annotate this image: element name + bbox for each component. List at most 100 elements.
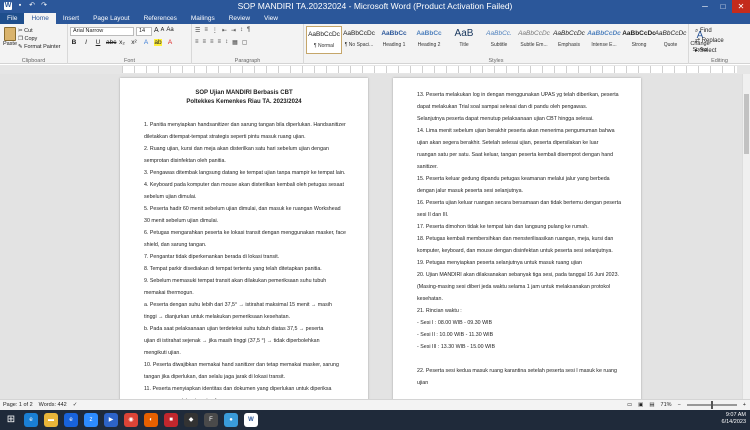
ribbon-tabs: File Home Insert Page Layout References … — [0, 13, 750, 24]
tab-references[interactable]: References — [137, 13, 184, 24]
maximize-button[interactable]: □ — [714, 0, 732, 13]
word-app-icon[interactable]: W — [244, 413, 258, 427]
chrome-icon[interactable]: ◉ — [124, 413, 138, 427]
document-page-1[interactable]: SOP Ujian MANDIRI Berbasis CBT Poltekkes… — [120, 78, 368, 399]
web-layout-icon[interactable]: ▤ — [649, 400, 654, 410]
style-name: Subtitle — [490, 42, 508, 48]
print-layout-icon[interactable]: ▭ — [627, 400, 632, 410]
subscript-icon[interactable]: x₂ — [118, 39, 126, 46]
italic-icon[interactable]: I — [82, 39, 90, 46]
multilevel-list-icon[interactable]: ⋮ — [212, 27, 218, 34]
tab-mailings[interactable]: Mailings — [184, 13, 222, 24]
strikethrough-icon[interactable]: abc — [106, 39, 116, 46]
style-no-spacing[interactable]: AaBbCcDc ¶ No Spaci... — [341, 26, 377, 54]
numbering-icon[interactable]: ≡ — [204, 27, 208, 34]
justify-icon[interactable]: ≡ — [218, 39, 222, 46]
app-icon[interactable]: ◆ — [184, 413, 198, 427]
foxit-icon[interactable]: F — [204, 413, 218, 427]
ie-browser-icon[interactable]: e — [24, 413, 38, 427]
style-heading-2[interactable]: AaBbCc Heading 2 — [411, 26, 447, 54]
highlight-icon[interactable]: ab — [154, 39, 162, 46]
style-name: Heading 2 — [417, 42, 441, 48]
style-normal[interactable]: AaBbCcDc ¶ Normal — [306, 26, 342, 54]
underline-icon[interactable]: U — [94, 39, 102, 46]
font-name-select[interactable]: Arial Narrow — [70, 27, 134, 36]
horizontal-ruler[interactable] — [0, 65, 750, 74]
title-bar: W ▪ ↶ ↷ SOP MANDIRI TA.20232024 - Micros… — [0, 0, 750, 13]
style-title[interactable]: AaB Title — [446, 26, 482, 54]
align-center-icon[interactable]: ≡ — [203, 39, 207, 46]
proofing-icon[interactable]: ✓ — [73, 400, 78, 410]
style-preview: AaBbCcDc — [587, 30, 621, 37]
show-marks-icon[interactable]: ¶ — [247, 27, 250, 34]
font-size-select[interactable]: 14 — [136, 27, 152, 36]
paragraph-group: ☰ ≡ ⋮ ⇤ ⇥ ↕ ¶ ≡ ≡ ≡ ≡ ↕ ▦ ▢ Paragraph — [192, 24, 304, 64]
tab-page-layout[interactable]: Page Layout — [86, 13, 137, 24]
zoom-level[interactable]: 71% — [661, 400, 672, 410]
bullets-icon[interactable]: ☰ — [195, 27, 200, 34]
document-area: SOP Ujian MANDIRI Berbasis CBT Poltekkes… — [0, 74, 750, 399]
style-subtitle[interactable]: AaBbCc. Subtitle — [481, 26, 517, 54]
clear-format-icon[interactable]: Aa — [166, 27, 173, 36]
zoom-slider[interactable] — [686, 401, 737, 409]
ie-icon[interactable]: e — [64, 413, 78, 427]
app-icon[interactable]: ■ — [164, 413, 178, 427]
style-preview: AaBbCcDc — [553, 30, 585, 37]
align-right-icon[interactable]: ≡ — [210, 39, 214, 46]
tab-insert[interactable]: Insert — [56, 13, 86, 24]
align-left-icon[interactable]: ≡ — [195, 39, 199, 46]
start-icon[interactable]: ⊞ — [4, 413, 18, 427]
borders-icon[interactable]: ▢ — [242, 39, 248, 46]
zoom-out-icon[interactable]: − — [678, 400, 681, 410]
select-button[interactable]: ▸ Select — [695, 46, 724, 56]
copy-button[interactable]: ❐ Copy — [18, 35, 61, 43]
tab-review[interactable]: Review — [222, 13, 257, 24]
font-color-icon[interactable]: A — [166, 39, 174, 46]
minimize-button[interactable]: ─ — [696, 0, 714, 13]
bold-icon[interactable]: B — [70, 39, 78, 46]
line-spacing-icon[interactable]: ↕ — [225, 39, 228, 46]
style-subtle-emphasis[interactable]: AaBbCcDc Subtle Em... — [516, 26, 552, 54]
font-group-label: Font — [123, 58, 135, 64]
zoom-app-icon[interactable]: z — [84, 413, 98, 427]
style-strong[interactable]: AaBbCcDc Strong — [621, 26, 657, 54]
find-button[interactable]: ⌕ Find — [695, 26, 724, 36]
tab-file[interactable]: File — [0, 13, 25, 24]
replace-button[interactable]: ⇄ Replace — [695, 36, 724, 46]
style-intense-emphasis[interactable]: AaBbCcDc Intense E... — [586, 26, 622, 54]
full-screen-icon[interactable]: ▣ — [638, 400, 643, 410]
app-icon[interactable]: ● — [224, 413, 238, 427]
document-line: ruangan satu per satu. Saat keluar, tang… — [417, 152, 614, 158]
paste-icon — [4, 27, 16, 41]
superscript-icon[interactable]: x² — [130, 39, 138, 46]
tab-home[interactable]: Home — [24, 13, 56, 24]
grow-font-icon[interactable]: A — [154, 27, 159, 36]
style-preview: AaBbCc. — [486, 30, 512, 37]
style-quote[interactable]: AaBbCcDc Quote — [654, 26, 687, 54]
paste-button[interactable]: Paste — [2, 27, 18, 47]
decrease-indent-icon[interactable]: ⇤ — [222, 27, 227, 34]
document-line: Selanjutnya peserta dapat menutup pelaks… — [417, 116, 594, 122]
close-button[interactable]: ✕ — [732, 0, 750, 13]
style-emphasis[interactable]: AaBbCcDc Emphasis — [551, 26, 587, 54]
media-player-icon[interactable]: ▶ — [104, 413, 118, 427]
increase-indent-icon[interactable]: ⇥ — [231, 27, 236, 34]
shading-icon[interactable]: ▦ — [232, 39, 238, 46]
file-explorer-icon[interactable]: ▬ — [44, 413, 58, 427]
page-count[interactable]: Page: 1 of 2 — [3, 400, 33, 410]
word-count[interactable]: Words: 442 — [39, 400, 67, 410]
sort-icon[interactable]: ↕ — [240, 27, 243, 34]
document-page-2[interactable]: 13. Peserta melakukan log in dengan meng… — [393, 78, 641, 399]
firefox-icon[interactable]: ◐ — [144, 413, 158, 427]
shrink-font-icon[interactable]: A — [161, 27, 165, 36]
tab-view[interactable]: View — [257, 13, 285, 24]
style-heading-1[interactable]: AaBbCc Heading 1 — [376, 26, 412, 54]
format-painter-button[interactable]: ✎ Format Painter — [18, 43, 61, 51]
scrollbar-thumb[interactable] — [744, 94, 749, 154]
cut-button[interactable]: ✂ Cut — [18, 27, 61, 35]
text-effects-icon[interactable]: A — [142, 39, 150, 46]
zoom-in-icon[interactable]: + — [743, 400, 746, 410]
system-tray-clock[interactable]: 9:07 AM 6/14/2023 — [722, 412, 746, 426]
document-line: 3. Pengawas ditembak langsung datang ke … — [144, 170, 346, 176]
vertical-scrollbar[interactable] — [742, 74, 750, 399]
